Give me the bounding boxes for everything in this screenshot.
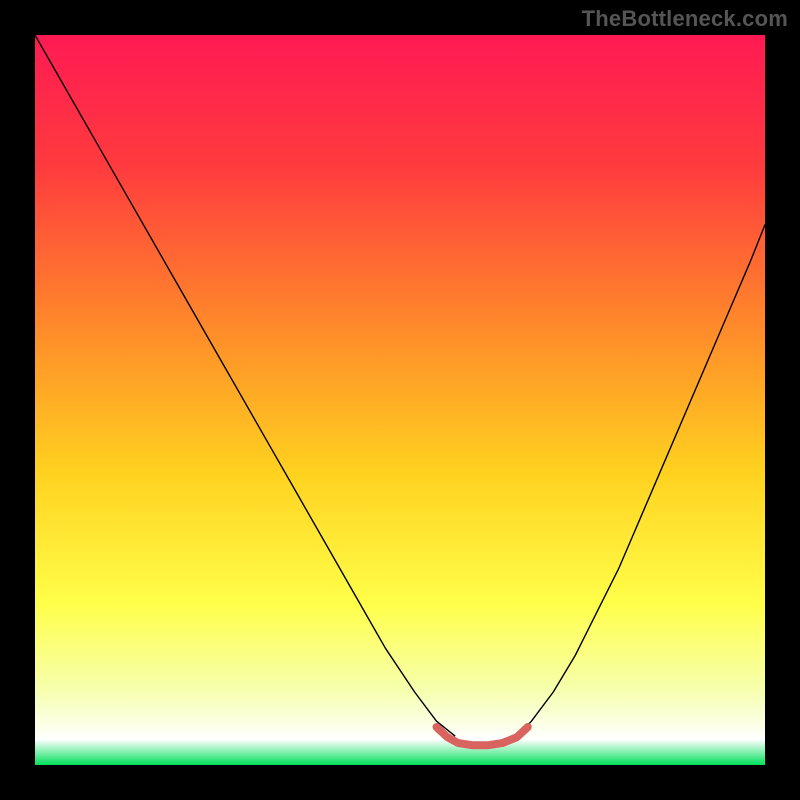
plot-area (35, 35, 765, 765)
chart-frame: TheBottleneck.com (0, 0, 800, 800)
watermark-text: TheBottleneck.com (582, 6, 788, 32)
gradient-background (35, 35, 765, 765)
chart-svg (35, 35, 765, 765)
